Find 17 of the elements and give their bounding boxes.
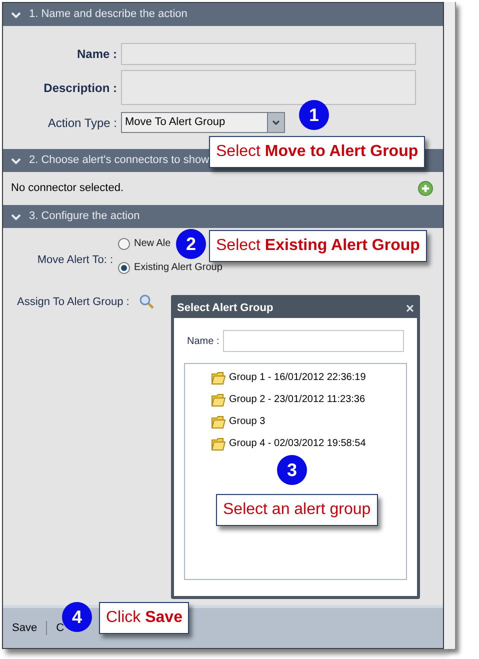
radio-label: New Ale [134,237,171,251]
callout-tooltip: Select Existing Alert Group [209,230,427,262]
field-label: Name : [76,46,118,63]
callout-tooltip: Select an alert group [216,494,378,526]
section-title: 1. Name and describe the action [29,7,188,22]
field-label: Name : [187,334,220,348]
radio-label: Existing Alert Group [134,261,222,275]
field-label: Assign To Alert Group : [17,295,130,310]
dialog-title: Select Alert Group [177,300,274,316]
empty-message: No connector selected. [11,181,124,196]
callout-tooltip: Select Move to Alert Group [209,136,426,168]
field-label: Description : [42,80,118,96]
field-label: Action Type : [46,114,118,132]
section-title: 2. Choose alert's connectors to show [29,153,210,168]
section-title: 3. Configure the action [29,209,140,224]
field-label: Move Alert To: : [36,253,113,268]
callout-tooltip: Click Save [99,602,190,634]
